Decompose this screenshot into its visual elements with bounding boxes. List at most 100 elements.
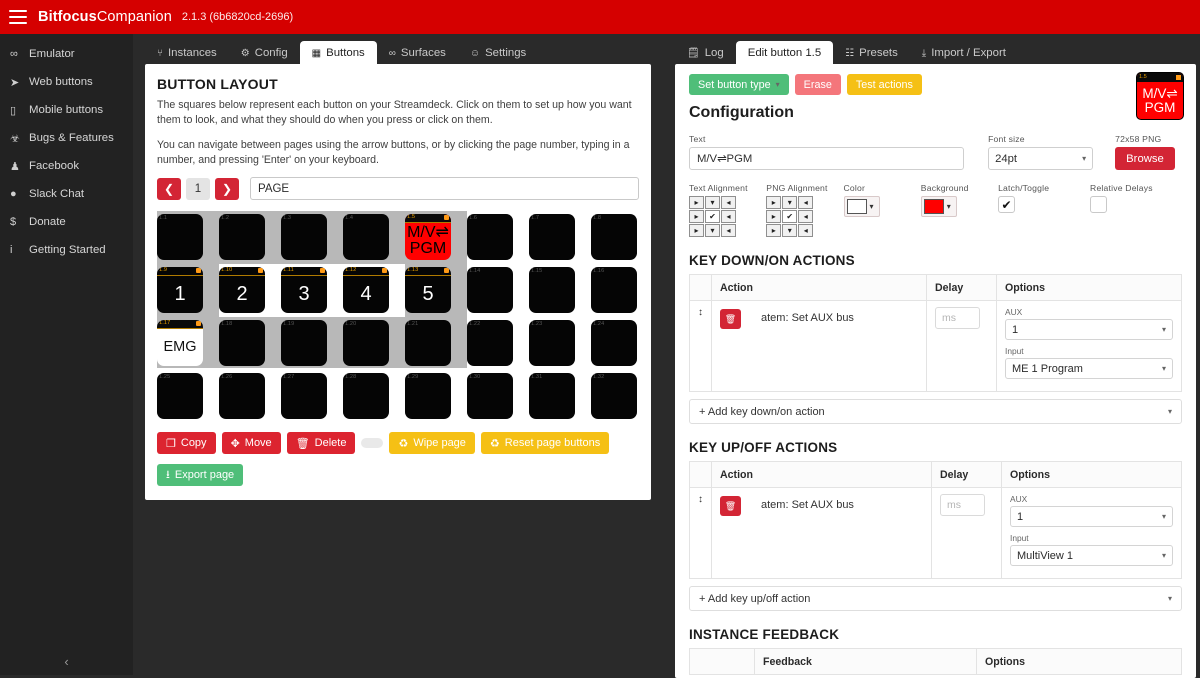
tab-import-export[interactable]: ⤓ Import / Export [910, 41, 1018, 65]
grid-key-1.30[interactable]: 1.30 [467, 372, 513, 419]
drag-handle[interactable]: ↕ [689, 487, 712, 579]
grid-key-1.16[interactable]: 1.16 [591, 266, 637, 313]
align-cell-6[interactable]: ▸ [766, 224, 782, 237]
grid-key-1.24[interactable]: 1.24 [591, 319, 637, 366]
grid-key-1.17[interactable]: 1.17 EMG [157, 319, 203, 366]
text-alignment-grid[interactable]: ▸ ▾ ◂ ▸ ✔ ◂ ▸ ▾ ◂ [689, 196, 766, 237]
grid-key-1.7[interactable]: 1.7 [529, 213, 575, 260]
option-select[interactable]: ME 1 Program ▾ [1005, 358, 1173, 379]
grid-key-1.18[interactable]: 1.18 [219, 319, 265, 366]
sidebar-item-web-buttons[interactable]: ➤ Web buttons [0, 68, 133, 96]
grid-key-1.23[interactable]: 1.23 [529, 319, 575, 366]
test-actions-button[interactable]: Test actions [846, 74, 922, 95]
align-cell-2[interactable]: ◂ [721, 196, 736, 209]
tab-edit-button-1-5[interactable]: Edit button 1.5 [735, 41, 834, 65]
grid-key-1.5[interactable]: 1.5 M/V⇌ PGM [405, 213, 451, 260]
align-cell-2[interactable]: ◂ [798, 196, 814, 209]
grid-key-1.9[interactable]: 1.9 1 [157, 266, 203, 313]
grid-key-1.19[interactable]: 1.19 [281, 319, 327, 366]
sidebar-item-slack-chat[interactable]: ● Slack Chat [0, 180, 133, 208]
option-select[interactable]: MultiView 1 ▾ [1010, 545, 1173, 566]
grid-key-1.21[interactable]: 1.21 [405, 319, 451, 366]
sidebar-item-donate[interactable]: $ Donate [0, 208, 133, 236]
grid-key-1.31[interactable]: 1.31 [529, 372, 575, 419]
grid-key-1.15[interactable]: 1.15 [529, 266, 575, 313]
sidebar-item-getting-started[interactable]: i Getting Started [0, 236, 133, 264]
reset-button[interactable]: ♻ Reset page buttons [480, 432, 610, 455]
grid-key-1.13[interactable]: 1.13 5 [405, 266, 451, 313]
grid-key-1.22[interactable]: 1.22 [467, 319, 513, 366]
delete-action-button[interactable]: 🗑 [720, 309, 741, 329]
font-size-select[interactable]: 24pt ▾ [988, 147, 1094, 170]
grid-key-1.6[interactable]: 1.6 [467, 213, 513, 260]
align-cell-8[interactable]: ◂ [721, 224, 736, 237]
drag-handle[interactable]: ↕ [689, 300, 712, 392]
png-alignment-grid[interactable]: ▸ ▾ ◂ ▸ ✔ ◂ ▸ ▾ ◂ [766, 196, 843, 237]
align-cell-3[interactable]: ▸ [766, 210, 782, 223]
grid-key-1.14[interactable]: 1.14 [467, 266, 513, 313]
set-button-type-button[interactable]: Set button type ▾ [689, 74, 789, 95]
align-cell-4[interactable]: ✔ [782, 210, 798, 223]
color-picker[interactable]: ▾ [843, 196, 880, 217]
add-key-up-action[interactable]: + Add key up/off action ▾ [689, 586, 1182, 611]
grid-key-1.32[interactable]: 1.32 [591, 372, 637, 419]
grid-key-1.27[interactable]: 1.27 [281, 372, 327, 419]
align-cell-5[interactable]: ◂ [721, 210, 736, 223]
browse-png-button[interactable]: Browse [1115, 147, 1175, 170]
align-cell-8[interactable]: ◂ [798, 224, 814, 237]
grid-key-1.8[interactable]: 1.8 [591, 213, 637, 260]
next-page-button[interactable]: ❯ [215, 177, 239, 200]
delay-input[interactable]: ms [935, 307, 980, 329]
grid-key-1.26[interactable]: 1.26 [219, 372, 265, 419]
button-preview[interactable]: 1.5 M/V⇌ PGM [1136, 72, 1184, 120]
align-cell-6[interactable]: ▸ [689, 224, 704, 237]
hamburger-icon[interactable] [9, 10, 27, 24]
copy-button[interactable]: ❐ Copy [157, 432, 216, 455]
sidebar-item-facebook[interactable]: ♟ Facebook [0, 152, 133, 180]
background-picker[interactable]: ▾ [920, 196, 957, 217]
align-cell-1[interactable]: ▾ [782, 196, 798, 209]
add-key-down-action[interactable]: + Add key down/on action ▾ [689, 399, 1182, 424]
grid-key-1.11[interactable]: 1.11 3 [281, 266, 327, 313]
page-name-input[interactable] [250, 177, 639, 201]
align-cell-0[interactable]: ▸ [689, 196, 704, 209]
sidebar-collapse-button[interactable]: ‹ [0, 654, 133, 669]
grid-key-1.20[interactable]: 1.20 [343, 319, 389, 366]
delete-action-button[interactable]: 🗑 [720, 496, 741, 516]
grid-key-1.12[interactable]: 1.12 4 [343, 266, 389, 313]
tab-surfaces[interactable]: ∞ Surfaces [377, 41, 458, 65]
latch-toggle-checkbox[interactable]: ✔ [998, 196, 1016, 213]
delay-input[interactable]: ms [940, 494, 985, 516]
export-page-button[interactable]: ⭳ Export page [157, 464, 244, 487]
align-cell-7[interactable]: ▾ [705, 224, 720, 237]
align-cell-7[interactable]: ▾ [782, 224, 798, 237]
align-cell-3[interactable]: ▸ [689, 210, 704, 223]
align-cell-1[interactable]: ▾ [705, 196, 720, 209]
sidebar-item-emulator[interactable]: ∞ Emulator [0, 40, 133, 68]
tab-instances[interactable]: ⑂ Instances [145, 41, 229, 65]
page-number[interactable]: 1 [186, 177, 210, 200]
prev-page-button[interactable]: ❮ [157, 177, 181, 200]
grid-key-1.29[interactable]: 1.29 [405, 372, 451, 419]
delete-button[interactable]: 🗑 Delete [286, 432, 356, 455]
grid-key-1.28[interactable]: 1.28 [343, 372, 389, 419]
grid-key-1.25[interactable]: 1.25 [157, 372, 203, 419]
option-select[interactable]: 1 ▾ [1010, 506, 1173, 527]
button-text-input[interactable] [689, 147, 965, 170]
sidebar-item-bugs-features[interactable]: ☣ Bugs & Features [0, 124, 133, 152]
sidebar-item-mobile-buttons[interactable]: ▯ Mobile buttons [0, 96, 133, 124]
option-select[interactable]: 1 ▾ [1005, 319, 1173, 340]
align-cell-5[interactable]: ◂ [798, 210, 814, 223]
grid-key-1.1[interactable]: 1.1 [157, 213, 203, 260]
tab-presets[interactable]: ☷ Presets [833, 41, 910, 65]
grid-key-1.3[interactable]: 1.3 [281, 213, 327, 260]
tab-buttons[interactable]: ▦ Buttons [299, 41, 377, 65]
align-cell-0[interactable]: ▸ [766, 196, 782, 209]
grid-key-1.4[interactable]: 1.4 [343, 213, 389, 260]
erase-button[interactable]: Erase [794, 74, 841, 95]
tab-settings[interactable]: ☺ Settings [458, 41, 538, 65]
grid-key-1.10[interactable]: 1.10 2 [219, 266, 265, 313]
align-cell-4[interactable]: ✔ [705, 210, 720, 223]
move-button[interactable]: ✥ Move [221, 432, 281, 455]
tab-log[interactable]: 🗒 Log [675, 41, 736, 65]
